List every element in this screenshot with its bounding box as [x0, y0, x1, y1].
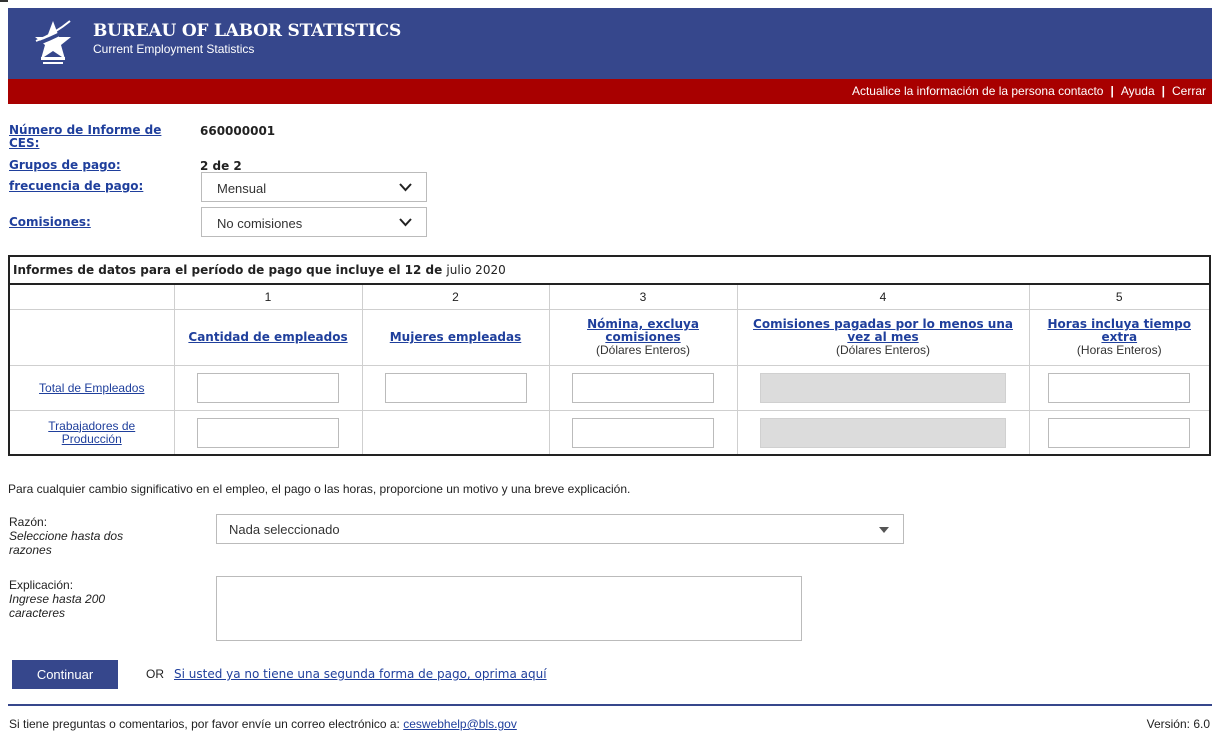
hours-column-link[interactable]: Horas incluya tiempo extra: [1030, 318, 1210, 344]
nav-separator: |: [1110, 84, 1114, 98]
commissions-column-unit: (Dólares Enteros): [835, 343, 931, 357]
report-number-label[interactable]: Número de Informe de CES:: [9, 124, 179, 150]
total-employees-count-input[interactable]: [197, 373, 339, 403]
table-cell: [736, 365, 1030, 411]
pay-groups-value: 2 de 2: [200, 159, 242, 173]
column-number: 1: [173, 283, 363, 310]
nav-separator: |: [1161, 84, 1165, 98]
continue-button[interactable]: Continuar: [12, 660, 118, 689]
explanation-note: Para cualquier cambio significativo en e…: [8, 482, 631, 496]
top-nav: Actualice la información de la persona c…: [852, 84, 1206, 98]
footer-contact: Si tiene preguntas o comentarios, por fa…: [9, 717, 517, 731]
close-link[interactable]: Cerrar: [1172, 84, 1206, 98]
report-number-value: 660000001: [200, 124, 276, 138]
support-email-link[interactable]: ceswebhelp@bls.gov: [403, 717, 517, 731]
hours-column-unit: (Horas Enteros): [1076, 343, 1162, 357]
total-women-input[interactable]: [384, 373, 527, 403]
total-payroll-input[interactable]: [572, 373, 714, 403]
table-cell: [548, 365, 738, 411]
production-workers-link[interactable]: Trabajadores de Producción: [10, 419, 174, 446]
footer-contact-text: Si tiene preguntas o comentarios, por fa…: [9, 717, 400, 731]
production-commissions-input-disabled: [760, 417, 1006, 448]
column-header-payroll: Nómina, excluya comisiones (Dólares Ente…: [548, 309, 738, 366]
top-nav-bar: Actualice la información de la persona c…: [8, 79, 1212, 104]
chevron-down-icon: [399, 183, 412, 192]
reason-select[interactable]: Nada seleccionado: [216, 514, 904, 544]
window-corner-mark: [0, 0, 8, 2]
reason-hint: Seleccione hasta dos razones: [9, 529, 124, 557]
explanation-hint: Ingrese hasta 200 caracteres: [9, 592, 106, 620]
reason-label: Razón:: [9, 515, 48, 529]
employees-column-link[interactable]: Cantidad de empleados: [175, 331, 362, 344]
payroll-column-link[interactable]: Nómina, excluya comisiones: [550, 318, 737, 344]
table-cell: [361, 365, 550, 411]
table-row: Total de Empleados: [8, 365, 1211, 411]
commissions-label[interactable]: Comisiones:: [9, 216, 91, 229]
table-title-month: julio 2020: [446, 263, 506, 277]
row-label-cell: Total de Empleados: [8, 365, 175, 411]
women-column-link[interactable]: Mujeres empleadas: [363, 331, 549, 344]
table-title: Informes de datos para el período de pag…: [8, 255, 1211, 285]
production-hours-input[interactable]: [1048, 417, 1191, 448]
site-header: BUREAU OF LABOR STATISTICS Current Emplo…: [8, 8, 1212, 79]
explanation-textarea[interactable]: [216, 576, 802, 641]
table-cell: [736, 410, 1030, 456]
chevron-down-icon: [399, 218, 412, 227]
bls-logo-icon: [34, 20, 72, 64]
explanation-label: Explicación:: [9, 578, 74, 592]
table-title-text: Informes de datos para el período de pag…: [13, 263, 443, 277]
version-label: Versión: 6.0: [1146, 717, 1210, 731]
pay-groups-label[interactable]: Grupos de pago:: [9, 159, 121, 172]
update-contact-link[interactable]: Actualice la información de la persona c…: [852, 84, 1103, 98]
payroll-column-unit: (Dólares Enteros): [595, 343, 691, 357]
table-cell: [1028, 365, 1211, 411]
help-link[interactable]: Ayuda: [1121, 84, 1155, 98]
table-cell: [361, 410, 550, 456]
row-label-cell: Trabajadores de Producción: [8, 410, 175, 456]
table-cell: [548, 410, 738, 456]
total-hours-input[interactable]: [1048, 373, 1191, 403]
column-number: 4: [736, 283, 1030, 310]
table-corner: [8, 283, 175, 310]
production-payroll-input[interactable]: [572, 417, 714, 448]
footer-divider: [8, 704, 1212, 706]
commissions-select[interactable]: No comisiones: [201, 207, 427, 237]
production-count-input[interactable]: [197, 417, 339, 448]
table-cell: [173, 365, 363, 411]
table-cell: [1028, 410, 1211, 456]
reason-select-value: Nada seleccionado: [229, 522, 340, 537]
total-employees-link[interactable]: Total de Empleados: [39, 381, 144, 395]
table-cell: [173, 410, 363, 456]
column-number: 5: [1028, 283, 1211, 310]
pay-frequency-select[interactable]: Mensual: [201, 172, 427, 202]
pay-frequency-value: Mensual: [217, 181, 267, 196]
no-second-pay-group-link[interactable]: Si usted ya no tiene una segunda forma d…: [174, 667, 547, 681]
reason-label-block: Razón: Seleccione hasta dos razones: [9, 515, 149, 557]
pay-frequency-label[interactable]: frecuencia de pago:: [9, 180, 143, 193]
table-row: Trabajadores de Producción: [8, 410, 1211, 456]
explanation-label-block: Explicación: Ingrese hasta 200 caractere…: [9, 578, 149, 620]
column-number: 3: [548, 283, 738, 310]
or-text: OR: [146, 667, 164, 681]
table-corner: [8, 309, 175, 366]
data-report-table: Informes de datos para el período de pag…: [8, 255, 1212, 456]
brand-subtitle: Current Employment Statistics: [93, 42, 255, 56]
column-number: 2: [361, 283, 550, 310]
commissions-value: No comisiones: [217, 216, 303, 231]
commissions-column-link[interactable]: Comisiones pagadas por lo menos una vez …: [738, 318, 1029, 344]
total-commissions-input-disabled: [760, 373, 1006, 403]
brand-title: BUREAU OF LABOR STATISTICS: [93, 21, 402, 41]
column-header-commissions: Comisiones pagadas por lo menos una vez …: [736, 309, 1030, 366]
column-header-employees: Cantidad de empleados: [173, 309, 363, 366]
column-header-hours: Horas incluya tiempo extra (Horas Entero…: [1028, 309, 1211, 366]
caret-down-icon: [879, 527, 889, 533]
column-header-women: Mujeres empleadas: [361, 309, 550, 366]
